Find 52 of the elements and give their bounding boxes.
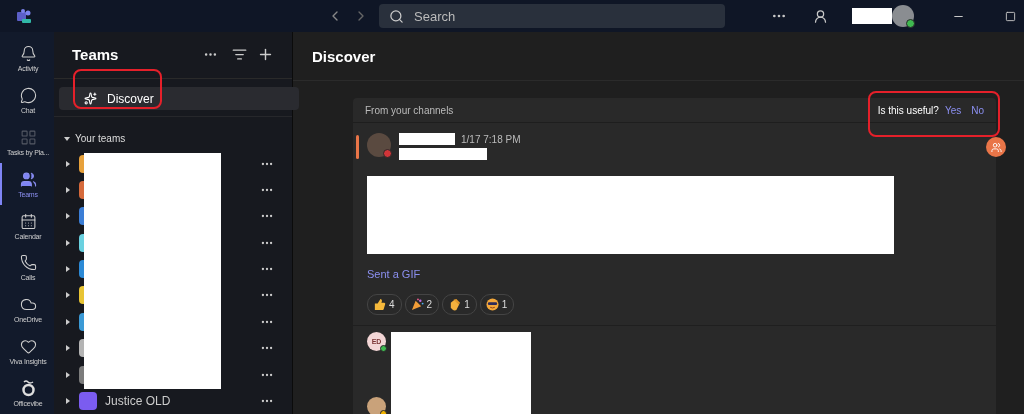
caret-icon[interactable] [65, 160, 71, 167]
status-dot [906, 19, 915, 28]
maximize-icon[interactable] [1005, 10, 1016, 22]
search-icon [389, 8, 404, 24]
avatar[interactable] [892, 5, 914, 27]
rail-icon [19, 337, 37, 355]
thumbs-up-icon [373, 298, 386, 311]
caret-icon[interactable] [65, 187, 71, 193]
discover-item[interactable]: Discover [59, 86, 299, 111]
filter-icon[interactable] [232, 47, 247, 63]
section-label: Your teams [75, 133, 126, 145]
card-header: From your channels [365, 104, 455, 116]
caret-icon[interactable] [65, 397, 71, 404]
sunglasses-face-icon [485, 298, 499, 311]
status-dot [383, 149, 392, 158]
search-field[interactable]: Search [379, 4, 725, 28]
rail-icon [19, 128, 37, 146]
no-link[interactable]: No [971, 104, 984, 116]
rail-icon [19, 170, 37, 188]
caret-icon[interactable] [65, 213, 71, 220]
accent-bar [356, 135, 359, 159]
caret-icon[interactable] [65, 371, 71, 378]
post-time: 1/17 7:18 PM [461, 133, 521, 145]
panel-title: Teams [72, 46, 120, 64]
reaction-badge-icon[interactable] [986, 137, 1006, 157]
person-icon[interactable] [813, 8, 828, 24]
reaction-chip[interactable]: 1 [479, 294, 515, 315]
caret-icon[interactable] [65, 345, 71, 352]
page-title: Discover [312, 47, 377, 65]
redacted-block [399, 133, 455, 145]
reaction-chip[interactable]: 4 [367, 294, 402, 315]
rail-icon [19, 254, 37, 272]
rail-icon [19, 212, 37, 230]
caret-icon[interactable] [65, 239, 71, 246]
o-logo-icon [20, 379, 36, 398]
redacted-block [852, 8, 892, 24]
team-avatar [79, 391, 97, 410]
rail-icon [19, 45, 37, 63]
sparkle-icon [84, 92, 97, 106]
reaction-chip[interactable]: 1 [442, 294, 477, 315]
caret-icon[interactable] [65, 292, 71, 299]
caret-icon[interactable] [65, 266, 71, 273]
rail-icon [19, 87, 37, 105]
reaction-chip[interactable]: 2 [404, 294, 440, 315]
team-name[interactable]: Justice OLD [105, 393, 252, 408]
app-logo-icon[interactable] [16, 8, 32, 24]
caret-icon[interactable] [65, 318, 71, 325]
gif-link[interactable]: Sent a GIF [367, 268, 421, 280]
party-popper-icon [410, 298, 424, 311]
yes-link[interactable]: Yes [944, 104, 962, 116]
caret-icon[interactable] [64, 136, 70, 142]
feedback-question: Is this useful? [877, 104, 939, 116]
